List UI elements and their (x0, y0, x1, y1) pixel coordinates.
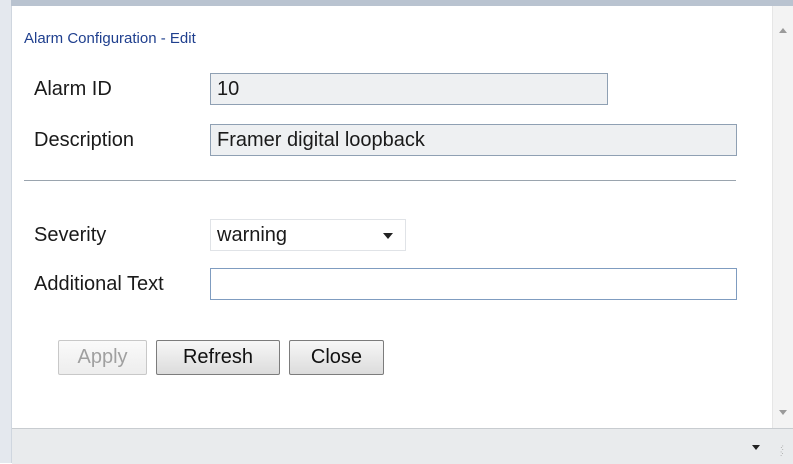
resize-grip-icon[interactable]: ·::· (780, 444, 790, 458)
additional-text-input[interactable] (210, 268, 737, 300)
description-field: Framer digital loopback (210, 124, 737, 156)
caret-down-icon[interactable] (752, 445, 760, 450)
panel-title: Alarm Configuration - Edit (24, 30, 196, 47)
severity-select[interactable]: warning (210, 219, 406, 251)
alarm-id-label: Alarm ID (34, 78, 112, 100)
left-frame-strip (0, 0, 12, 463)
description-label: Description (34, 129, 135, 151)
refresh-button[interactable]: Refresh (156, 340, 280, 375)
chevron-up-icon[interactable] (779, 28, 787, 33)
alarm-id-field: 10 (210, 73, 608, 105)
close-button[interactable]: Close (289, 340, 384, 375)
chevron-down-icon[interactable] (779, 410, 787, 415)
additional-text-label: Additional Text (34, 273, 164, 295)
severity-label: Severity (34, 224, 107, 246)
section-divider (24, 180, 736, 181)
severity-selected-value: warning (217, 224, 288, 246)
apply-button[interactable]: Apply (58, 340, 147, 375)
vertical-scrollbar[interactable] (772, 6, 793, 428)
chevron-down-icon (383, 233, 393, 239)
status-bar: ·::· (12, 428, 793, 464)
